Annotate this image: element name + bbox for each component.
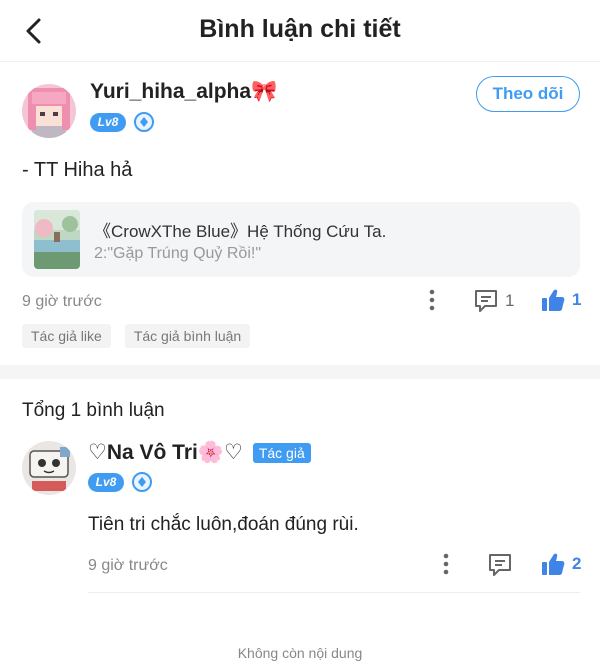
- more-button[interactable]: [442, 553, 450, 575]
- more-vertical-icon: [429, 289, 435, 311]
- comment-icon: [475, 290, 497, 312]
- like-button[interactable]: 1: [540, 287, 581, 313]
- reply-item: ♡Na Vô Tri🌸♡ Tác giả Lv8 Tiên tri chắc l…: [0, 437, 600, 607]
- author-badge: Tác giả: [252, 442, 311, 463]
- author-tags: Tác giả like Tác giả bình luận: [22, 324, 251, 348]
- avatar[interactable]: [22, 84, 76, 138]
- reply-button[interactable]: 1: [473, 288, 514, 314]
- follow-button[interactable]: Theo dõi: [476, 76, 580, 112]
- book-chapter: 2:"Gặp Trúng Quỷ Rồi!": [94, 245, 261, 262]
- timestamp: 9 giờ trước: [88, 557, 168, 574]
- like-count: 2: [572, 554, 582, 573]
- user-badges: Lv8: [90, 112, 154, 132]
- book-reference-card[interactable]: 《CrowXThe Blue》Hệ Thống Cứu Ta. 2:"Gặp T…: [22, 202, 580, 277]
- more-button[interactable]: [428, 289, 436, 311]
- level-badge: Lv8: [88, 472, 124, 492]
- reply-button[interactable]: [487, 552, 513, 578]
- section-divider: [0, 365, 600, 379]
- username[interactable]: Yuri_hiha_alpha🎀: [90, 80, 277, 104]
- reply-text: Tiên tri chắc luôn,đoán đúng rùi.: [88, 514, 359, 535]
- book-title: 《CrowXThe Blue》Hệ Thống Cứu Ta.: [94, 222, 387, 241]
- book-cover-image: [34, 210, 80, 269]
- user-badges: Lv8: [88, 472, 152, 492]
- username-text: ♡Na Vô Tri🌸♡: [88, 441, 243, 464]
- level-badge: Lv8: [90, 112, 126, 132]
- like-count: 1: [572, 290, 582, 309]
- tag-author-like: Tác giả like: [22, 324, 111, 348]
- diamond-icon: [134, 112, 154, 132]
- comments-total: Tổng 1 bình luận: [22, 400, 165, 421]
- tag-author-comment: Tác giả bình luận: [124, 324, 251, 348]
- end-of-content: Không còn nội dung: [237, 645, 363, 661]
- avatar[interactable]: [22, 441, 76, 495]
- reply-count: 1: [505, 291, 515, 310]
- thumbs-up-icon: [542, 553, 565, 575]
- timestamp: 9 giờ trước: [22, 293, 102, 310]
- thumbs-up-icon: [542, 289, 565, 311]
- username[interactable]: ♡Na Vô Tri🌸♡ Tác giả: [88, 440, 311, 465]
- comment-text: - TT Hiha hả: [22, 159, 133, 181]
- divider: [88, 592, 580, 593]
- like-button[interactable]: 2: [540, 551, 581, 577]
- header-bar: Bình luận chi tiết: [0, 0, 600, 62]
- page-title: Bình luận chi tiết: [199, 15, 401, 43]
- more-vertical-icon: [443, 553, 449, 575]
- diamond-icon: [132, 472, 152, 492]
- comment-icon: [489, 554, 511, 576]
